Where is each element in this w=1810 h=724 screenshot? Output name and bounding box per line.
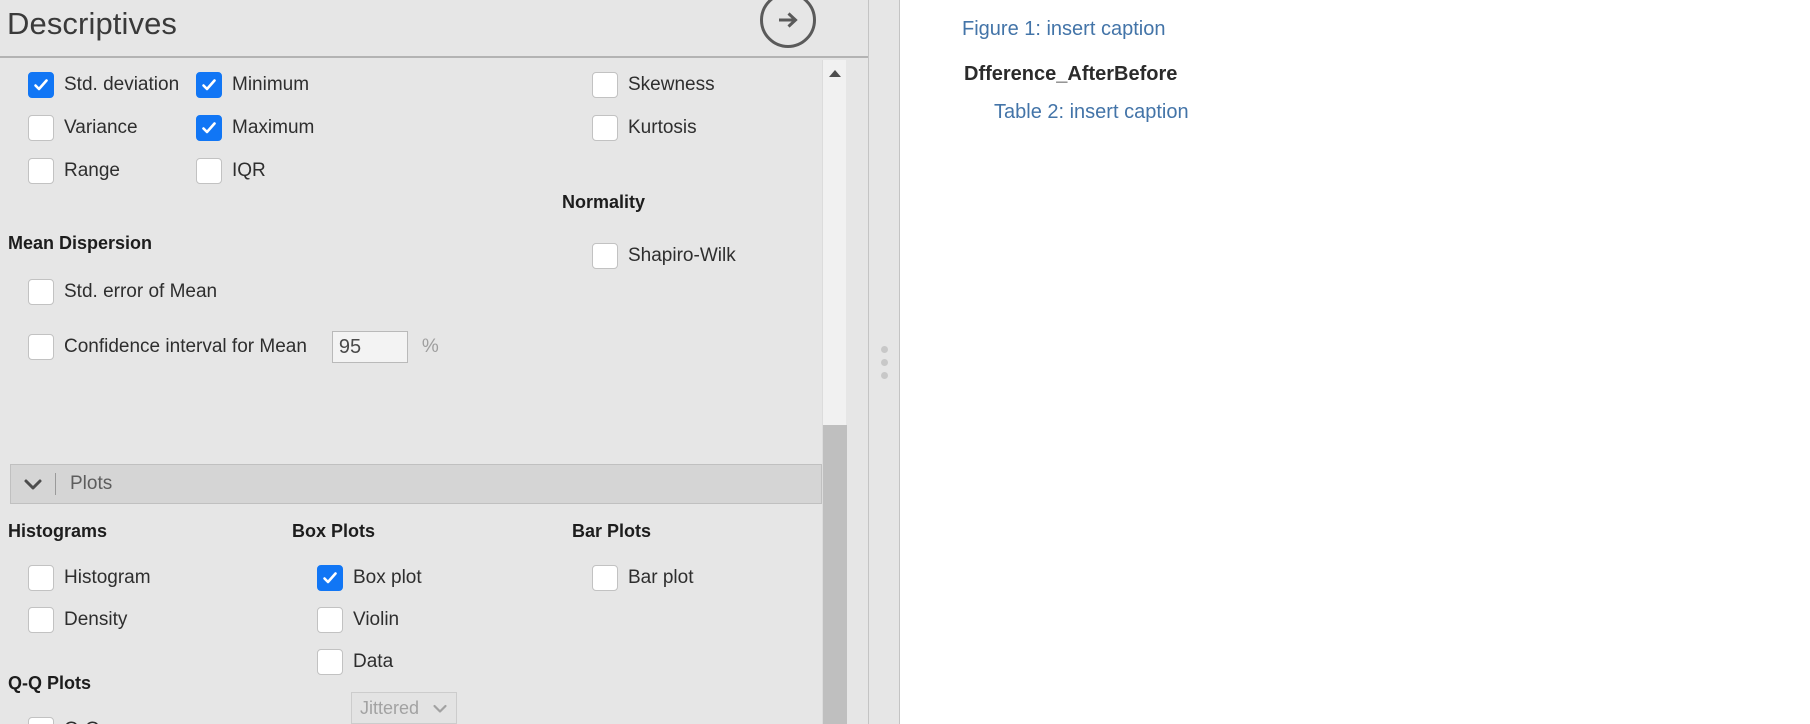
scrollbar-thumb[interactable] <box>823 425 847 724</box>
checkbox-kurtosis[interactable] <box>592 115 618 141</box>
caret-up-icon[interactable] <box>823 60 847 86</box>
descriptives-options-panel: Descriptives Std. deviation Variance Ran… <box>0 0 868 724</box>
group-heading-mean-dispersion: Mean Dispersion <box>8 233 153 253</box>
label-variance: Variance <box>64 117 138 138</box>
label-kurtosis: Kurtosis <box>628 117 697 138</box>
label-qq: Q-Q <box>64 717 100 724</box>
chevron-down-icon[interactable] <box>11 477 55 491</box>
option-iqr[interactable]: IQR <box>196 158 266 184</box>
divider <box>55 473 56 495</box>
group-heading-normality: Normality <box>562 192 646 212</box>
jitter-mode-value: Jittered <box>360 697 420 718</box>
option-shapiro-wilk[interactable]: Shapiro-Wilk <box>592 243 736 269</box>
checkbox-range[interactable] <box>28 158 54 184</box>
panel-splitter[interactable] <box>868 0 900 724</box>
label-shapiro-wilk: Shapiro-Wilk <box>628 245 736 266</box>
chevron-down-icon <box>432 698 448 719</box>
figure-caption[interactable]: Figure 1: insert caption <box>962 18 1165 41</box>
checkbox-std-deviation[interactable] <box>28 72 54 98</box>
label-skewness: Skewness <box>628 74 715 95</box>
option-violin[interactable]: Violin <box>317 607 399 633</box>
label-minimum: Minimum <box>232 74 310 95</box>
checkbox-bar-plot[interactable] <box>592 565 618 591</box>
option-kurtosis[interactable]: Kurtosis <box>592 115 697 141</box>
checkbox-variance[interactable] <box>28 115 54 141</box>
arrow-right-circle-icon[interactable] <box>760 0 816 48</box>
checkbox-shapiro-wilk[interactable] <box>592 243 618 269</box>
option-qq[interactable]: Q-Q <box>28 717 100 724</box>
checkbox-confidence-interval-for-mean[interactable] <box>28 334 54 360</box>
checkbox-box-plot[interactable] <box>317 565 343 591</box>
page-title: Descriptives <box>7 6 178 41</box>
application-window: Descriptives Std. deviation Variance Ran… <box>0 0 1810 724</box>
group-heading-box-plots: Box Plots <box>292 521 376 541</box>
plots-section-header[interactable]: Plots <box>10 464 822 504</box>
results-panel[interactable]: Figure 1: insert caption Dfference_After… <box>900 0 1810 724</box>
label-histogram: Histogram <box>64 567 151 588</box>
checkbox-violin[interactable] <box>317 607 343 633</box>
option-confidence-interval-for-mean[interactable]: Confidence interval for Mean % <box>28 331 439 363</box>
checkbox-std-error-of-mean[interactable] <box>28 279 54 305</box>
option-histogram[interactable]: Histogram <box>28 565 151 591</box>
checkbox-density[interactable] <box>28 607 54 633</box>
option-maximum[interactable]: Maximum <box>196 115 314 141</box>
label-range: Range <box>64 160 120 181</box>
checkbox-iqr[interactable] <box>196 158 222 184</box>
label-maximum: Maximum <box>232 117 315 138</box>
option-bar-plot[interactable]: Bar plot <box>592 565 693 591</box>
option-range[interactable]: Range <box>28 158 120 184</box>
option-skewness[interactable]: Skewness <box>592 72 715 98</box>
label-bar-plot: Bar plot <box>628 567 694 588</box>
label-std-deviation: Std. deviation <box>64 74 180 95</box>
label-confidence-interval-for-mean: Confidence interval for Mean <box>64 336 307 357</box>
checkbox-qq[interactable] <box>28 717 54 724</box>
options-vertical-scrollbar[interactable] <box>822 60 847 724</box>
label-data: Data <box>353 651 394 672</box>
panel-header: Descriptives <box>0 0 868 58</box>
option-variance[interactable]: Variance <box>28 115 138 141</box>
checkbox-maximum[interactable] <box>196 115 222 141</box>
label-violin: Violin <box>353 609 400 630</box>
group-heading-bar-plots: Bar Plots <box>572 521 652 541</box>
option-density[interactable]: Density <box>28 607 127 633</box>
label-density: Density <box>64 609 128 630</box>
checkbox-skewness[interactable] <box>592 72 618 98</box>
option-minimum[interactable]: Minimum <box>196 72 309 98</box>
confidence-interval-unit: % <box>421 336 439 357</box>
results-variable-name: Dfference_AfterBefore <box>964 63 1178 85</box>
option-data[interactable]: Data <box>317 649 393 675</box>
confidence-interval-input[interactable] <box>331 331 408 363</box>
jitter-mode-select[interactable]: Jittered <box>351 692 457 724</box>
checkbox-histogram[interactable] <box>28 565 54 591</box>
label-iqr: IQR <box>232 160 266 181</box>
checkbox-minimum[interactable] <box>196 72 222 98</box>
label-box-plot: Box plot <box>353 567 422 588</box>
checkbox-data[interactable] <box>317 649 343 675</box>
option-std-deviation[interactable]: Std. deviation <box>28 72 179 98</box>
option-std-error-of-mean[interactable]: Std. error of Mean <box>28 279 217 305</box>
plots-section-title: Plots <box>70 473 113 494</box>
drag-dots-icon[interactable] <box>880 345 888 379</box>
table-caption[interactable]: Table 2: insert caption <box>994 101 1189 124</box>
group-heading-histograms: Histograms <box>8 521 108 541</box>
group-heading-qq-plots: Q-Q Plots <box>8 673 92 693</box>
option-box-plot[interactable]: Box plot <box>317 565 422 591</box>
label-std-error-of-mean: Std. error of Mean <box>64 281 218 302</box>
options-scroll-area[interactable]: Std. deviation Variance Range Minimum Ma… <box>0 58 868 724</box>
